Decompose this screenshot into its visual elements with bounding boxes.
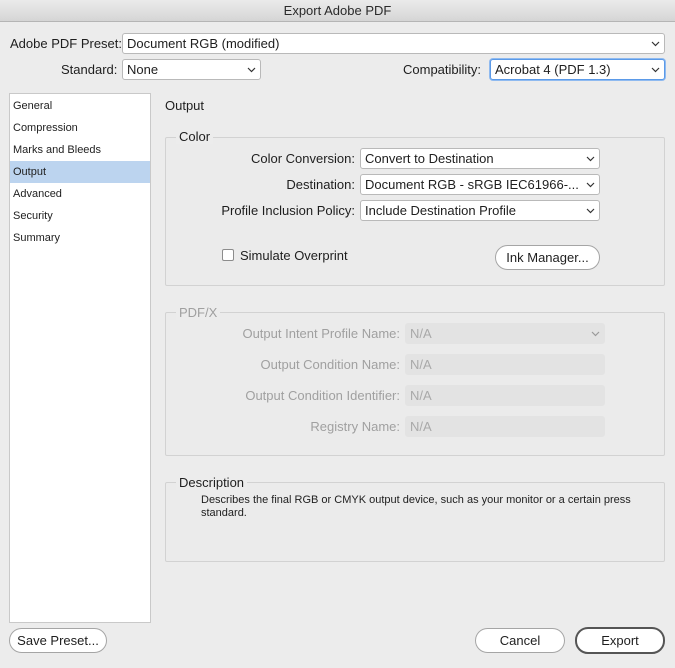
output-intent-value: N/A: [410, 326, 432, 341]
color-conversion-value: Convert to Destination: [365, 151, 494, 166]
output-condition-identifier-label: Output Condition Identifier:: [245, 388, 400, 403]
pdfx-group-title: PDF/X: [176, 305, 221, 320]
description-text-line1: Describes the final RGB or CMYK output d…: [201, 494, 631, 506]
output-condition-name-label: Output Condition Name:: [260, 357, 400, 372]
cancel-button[interactable]: Cancel: [475, 628, 565, 653]
preset-label: Adobe PDF Preset:: [10, 36, 122, 51]
chevron-down-icon: [585, 201, 595, 220]
profile-inclusion-label: Profile Inclusion Policy:: [221, 203, 355, 218]
sidebar-item-security[interactable]: Security: [10, 205, 150, 227]
registry-name-label: Registry Name:: [310, 419, 400, 434]
registry-name-field[interactable]: N/A: [405, 416, 605, 437]
output-condition-identifier-field[interactable]: N/A: [405, 385, 605, 406]
chevron-down-icon: [585, 175, 595, 194]
sidebar-item-summary[interactable]: Summary: [10, 227, 150, 249]
destination-select[interactable]: Document RGB - sRGB IEC61966-...: [360, 174, 600, 195]
compatibility-value: Acrobat 4 (PDF 1.3): [495, 62, 611, 77]
preset-value: Document RGB (modified): [127, 36, 280, 51]
simulate-overprint-checkbox[interactable]: [222, 249, 234, 261]
profile-inclusion-select[interactable]: Include Destination Profile: [360, 200, 600, 221]
sidebar: General Compression Marks and Bleeds Out…: [9, 93, 151, 623]
window-title: Export Adobe PDF: [0, 0, 675, 22]
destination-value: Document RGB - sRGB IEC61966-...: [365, 177, 579, 192]
simulate-overprint-label: Simulate Overprint: [240, 248, 348, 263]
color-conversion-label: Color Conversion:: [250, 151, 355, 166]
save-preset-button[interactable]: Save Preset...: [9, 628, 107, 653]
output-intent-label: Output Intent Profile Name:: [242, 326, 400, 341]
export-button[interactable]: Export: [575, 627, 665, 654]
profile-inclusion-value: Include Destination Profile: [365, 203, 517, 218]
chevron-down-icon: [650, 34, 660, 53]
preset-select[interactable]: Document RGB (modified): [122, 33, 665, 54]
page-title: Output: [165, 98, 205, 113]
registry-name-value: N/A: [410, 419, 432, 434]
output-condition-identifier-value: N/A: [410, 388, 432, 403]
ink-manager-button[interactable]: Ink Manager...: [495, 245, 600, 270]
sidebar-item-compression[interactable]: Compression: [10, 117, 150, 139]
destination-label: Destination:: [286, 177, 355, 192]
chevron-down-icon: [650, 60, 660, 79]
color-group-title: Color: [176, 129, 214, 144]
compatibility-label: Compatibility:: [403, 62, 482, 77]
standard-value: None: [127, 62, 159, 77]
standard-select[interactable]: None: [122, 59, 261, 80]
sidebar-item-advanced[interactable]: Advanced: [10, 183, 150, 205]
description-text-line2: standard.: [201, 507, 247, 519]
output-condition-name-field[interactable]: N/A: [405, 354, 605, 375]
description-group-title: Description: [176, 475, 248, 490]
chevron-down-icon: [585, 149, 595, 168]
compatibility-select[interactable]: Acrobat 4 (PDF 1.3): [490, 59, 665, 80]
output-intent-select[interactable]: N/A: [405, 323, 605, 344]
color-conversion-select[interactable]: Convert to Destination: [360, 148, 600, 169]
sidebar-item-output[interactable]: Output: [10, 161, 150, 183]
chevron-down-icon: [590, 324, 600, 343]
standard-label: Standard:: [61, 62, 118, 77]
sidebar-item-general[interactable]: General: [10, 95, 150, 117]
sidebar-item-marks-and-bleeds[interactable]: Marks and Bleeds: [10, 139, 150, 161]
output-condition-name-value: N/A: [410, 357, 432, 372]
chevron-down-icon: [246, 60, 256, 79]
